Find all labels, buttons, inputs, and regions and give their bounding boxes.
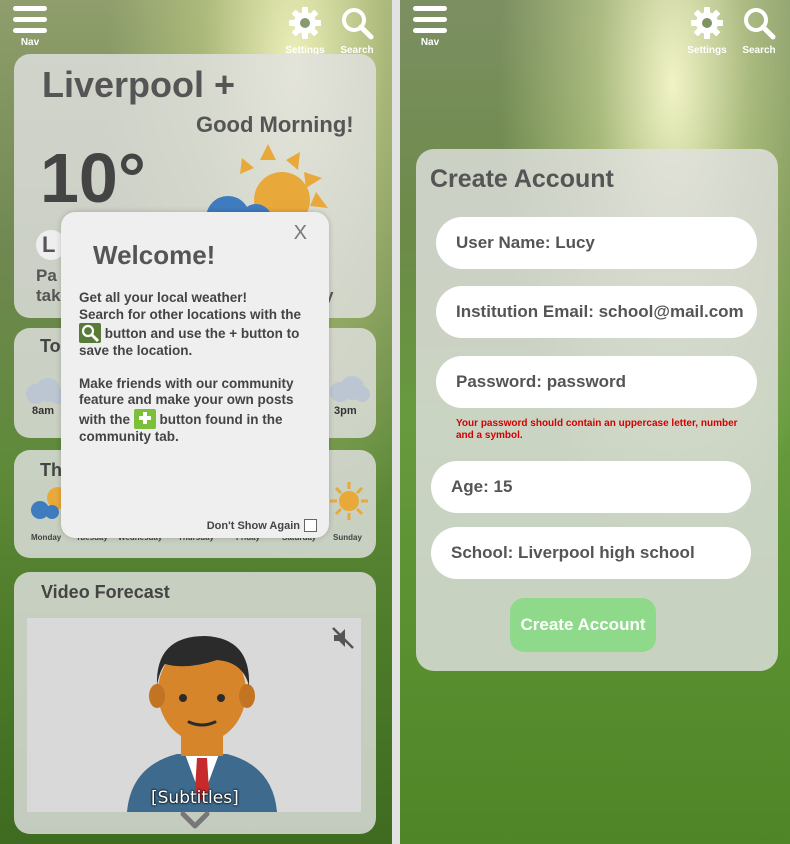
modal-line: button and use the + button to save the …	[79, 326, 300, 358]
sun-icon	[330, 482, 368, 520]
search-button[interactable]: Search	[332, 6, 382, 56]
presenter-illustration	[127, 636, 277, 812]
nav-label: Nav	[420, 37, 440, 48]
modal-paragraph: Make friends with our community feature …	[79, 376, 323, 446]
condition-badge-text: L	[42, 232, 56, 257]
video-forecast-card: Video Forecast [Subtitles]	[14, 572, 376, 834]
modal-spacer	[79, 360, 323, 376]
username-field[interactable]: User Name: Lucy	[436, 217, 757, 269]
modal-title: Welcome!	[93, 240, 216, 270]
settings-button[interactable]: Settings	[682, 6, 732, 56]
hamburger-icon-bar	[13, 28, 47, 33]
gear-icon	[289, 7, 321, 39]
nav-menu-button[interactable]: Nav	[410, 6, 450, 48]
chevron-down-icon[interactable]	[180, 810, 210, 830]
cloud-icon	[330, 376, 370, 402]
password-field[interactable]: Password: password	[436, 356, 757, 408]
settings-label: Settings	[687, 45, 727, 56]
description-line-2: tak	[36, 286, 61, 305]
new-post-icon	[133, 408, 156, 429]
dont-show-again-option[interactable]: Don't Show Again	[207, 519, 317, 532]
dont-show-again-checkbox[interactable]	[304, 519, 317, 532]
nav-label: Nav	[20, 37, 40, 48]
greeting-text: Good Morning!	[196, 112, 354, 137]
form-title: Create Account	[430, 165, 614, 193]
modal-line: Search for other locations with the	[79, 306, 302, 322]
hour-label: 8am	[32, 405, 55, 417]
video-title: Video Forecast	[41, 582, 170, 602]
day-label: Sunday	[333, 533, 362, 542]
hamburger-icon-bar	[413, 17, 447, 22]
modal-line: Get all your local weather!	[79, 290, 248, 305]
age-field[interactable]: Age: 15	[431, 461, 751, 513]
subtitles-text: [Subtitles]	[151, 788, 239, 808]
search-icon	[744, 8, 776, 40]
hamburger-icon	[13, 6, 47, 11]
create-account-form: Create Account User Name: Lucy Instituti…	[416, 149, 778, 671]
day-label: Monday	[31, 533, 62, 542]
welcome-modal: X Welcome! Get all your local weather! S…	[61, 212, 329, 538]
dont-show-again-label: Don't Show Again	[206, 519, 300, 532]
search-icon	[342, 8, 374, 40]
modal-body: Get all your local weather! Search for o…	[79, 290, 323, 445]
weather-screen: Nav Settings Search Liverpool + Good Mor…	[0, 0, 392, 844]
password-warning: Your password should contain an uppercas…	[456, 418, 738, 441]
search-label: Search	[742, 45, 776, 56]
gear-icon	[691, 7, 723, 39]
temperature: 10°	[40, 139, 146, 217]
email-field[interactable]: Institution Email: school@mail.com	[436, 286, 757, 338]
video-player[interactable]: [Subtitles]	[27, 618, 361, 812]
school-field[interactable]: School: Liverpool high school	[431, 527, 751, 579]
hour-label: 3pm	[334, 405, 357, 417]
screen-divider	[392, 0, 400, 844]
city-name[interactable]: Liverpool +	[42, 64, 235, 106]
close-button[interactable]: X	[294, 222, 307, 245]
search-icon	[79, 323, 101, 343]
modal-paragraph: button and use the + button to save the …	[79, 323, 323, 360]
nav-menu-button[interactable]: Nav	[10, 6, 50, 48]
search-button[interactable]: Search	[734, 6, 784, 56]
cloud-icon	[26, 378, 66, 404]
hamburger-icon-bar	[413, 28, 447, 33]
today-title: To	[40, 336, 61, 356]
mute-icon[interactable]	[331, 626, 355, 650]
hamburger-icon-bar	[13, 17, 47, 22]
description-line-1: Pa	[36, 266, 57, 285]
week-title: Th	[40, 460, 62, 480]
hamburger-icon	[413, 6, 447, 11]
create-account-button[interactable]: Create Account	[510, 598, 656, 652]
create-account-screen: Nav Settings Search Create Account User …	[400, 0, 790, 844]
settings-button[interactable]: Settings	[280, 6, 330, 56]
